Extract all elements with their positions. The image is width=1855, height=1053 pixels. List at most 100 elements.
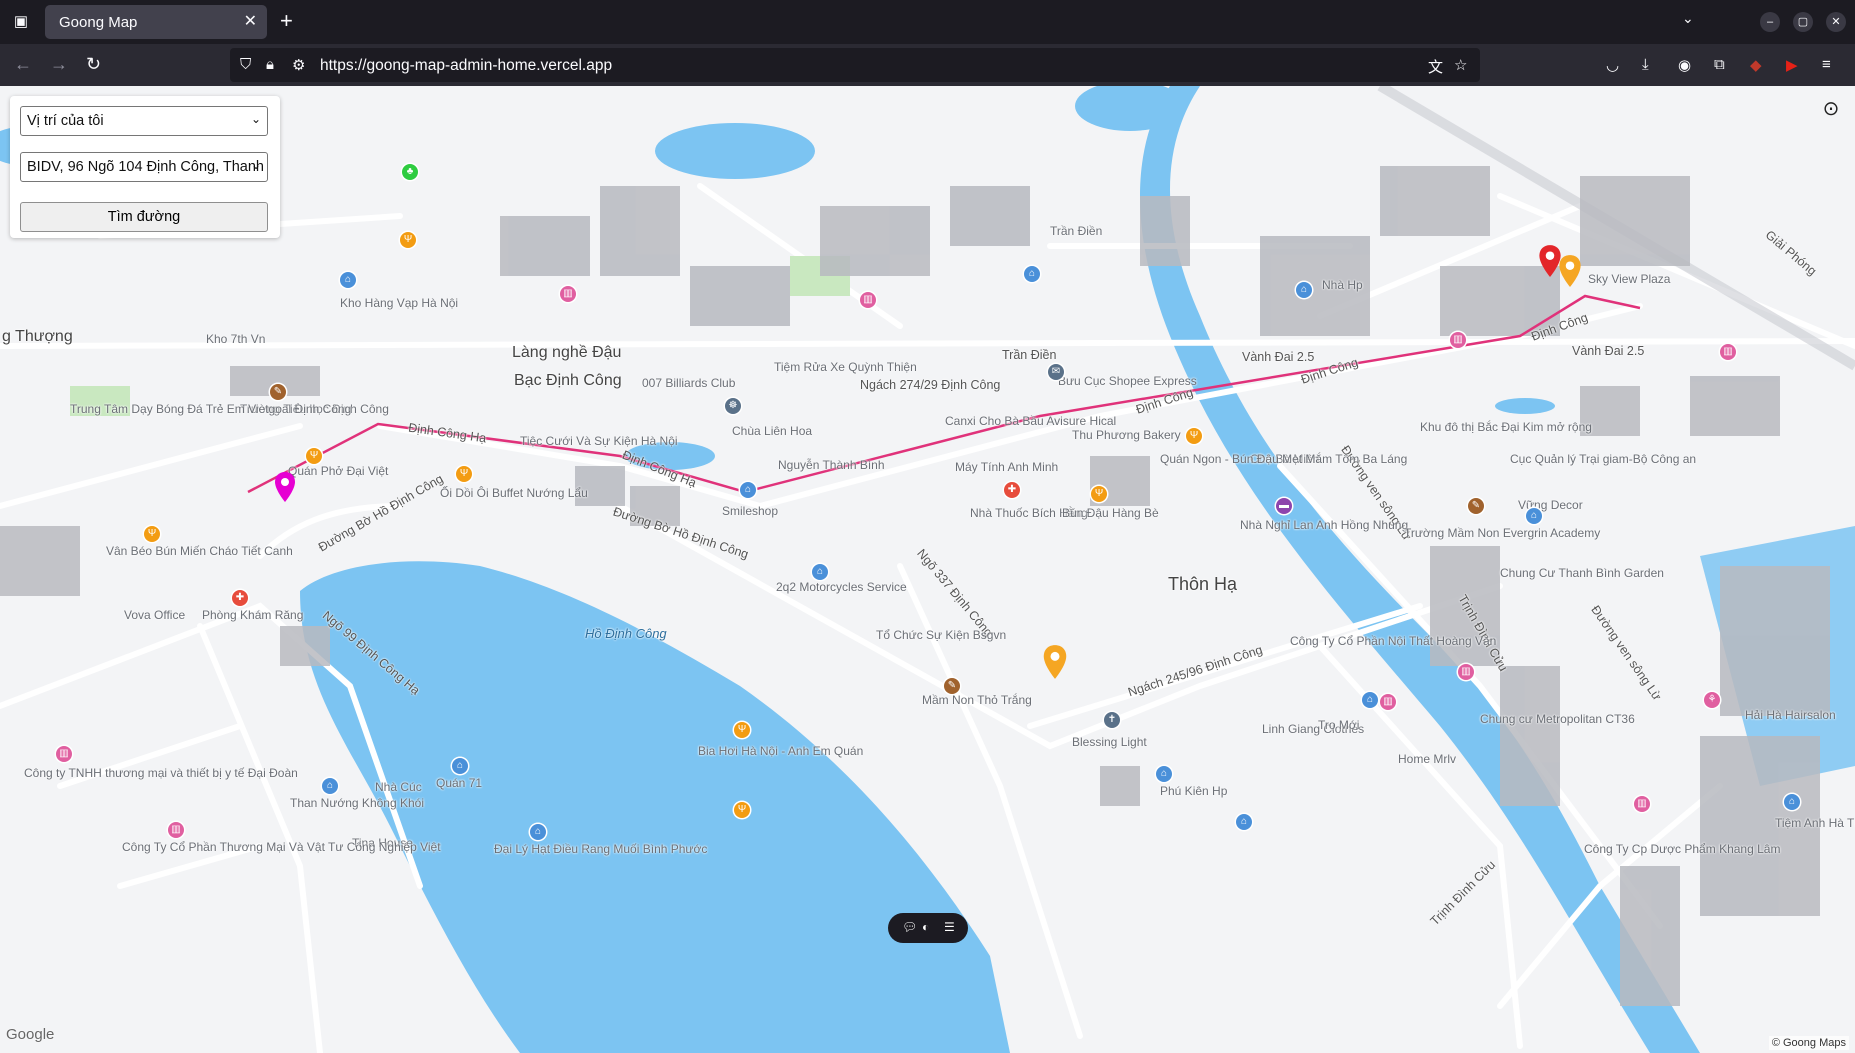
pharmacy-icon[interactable]: ✚: [1004, 482, 1020, 498]
temple-icon[interactable]: ☸: [725, 398, 741, 414]
destination-select[interactable]: BIDV, 96 Ngõ 104 Định Công, Thanh ⌄: [20, 152, 268, 182]
shop-icon[interactable]: ⌂: [740, 482, 756, 498]
place-label: Thu Phương Bakery: [1072, 428, 1181, 442]
reload-icon[interactable]: ↻: [86, 54, 101, 75]
restaurant-icon[interactable]: Ψ: [456, 466, 472, 482]
shop-icon[interactable]: ⌂: [530, 824, 546, 840]
place-label: Phòng Khám Răng: [202, 608, 304, 622]
tab-overflow-icon[interactable]: ⌄: [1682, 10, 1694, 27]
place-label: Vân Béo Bún Miến Cháo Tiết Canh: [106, 544, 293, 558]
place-label: Kho 7th Vn: [206, 332, 266, 346]
school-icon[interactable]: ✎: [270, 384, 286, 400]
school-icon[interactable]: ✎: [1468, 498, 1484, 514]
place-label: Công Ty Cổ Phần Nội Thất Hoàng Văn: [1290, 634, 1497, 648]
restaurant-icon[interactable]: Ψ: [734, 722, 750, 738]
map-attribution[interactable]: © Goong Maps: [1768, 1036, 1849, 1050]
restaurant-icon[interactable]: Ψ: [306, 448, 322, 464]
ublock-icon[interactable]: ◆: [1750, 56, 1762, 74]
store-icon[interactable]: ⌂: [1362, 692, 1378, 708]
toggle-icon[interactable]: ◐: [922, 920, 929, 934]
place-label: Tiệm Rửa Xe Quỳnh Thiện: [774, 360, 917, 374]
forward-icon[interactable]: →: [50, 54, 68, 75]
shop-icon[interactable]: ⌂: [812, 564, 828, 580]
menu-icon[interactable]: ☰: [944, 920, 955, 934]
place-label: Bưu Cục Shopee Express: [1058, 374, 1197, 388]
place-label: Công Ty Cổ Phần Thương Mại Và Vật Tư Côn…: [122, 840, 441, 854]
place-label: Trần Điền: [1050, 224, 1103, 238]
url-bar[interactable]: ⛉ 🔒︎ ⚙︎ https://goong-map-admin-home.ver…: [230, 48, 1480, 82]
office-icon[interactable]: ▥: [1450, 332, 1466, 348]
office-icon[interactable]: ▥: [860, 292, 876, 308]
place-label: Công ty TNHH thương mại và thiết bị y tế…: [24, 766, 298, 780]
park-icon[interactable]: ♣: [402, 164, 418, 180]
orange-marker-icon[interactable]: [1042, 644, 1068, 680]
restaurant-icon[interactable]: Ψ: [1091, 486, 1107, 502]
office-icon[interactable]: ▥: [1720, 344, 1736, 360]
shop-icon[interactable]: ⌂: [1526, 508, 1542, 524]
place-label: Chung cư Metropolitan CT36: [1480, 712, 1635, 726]
church-icon[interactable]: ✝: [1104, 712, 1120, 728]
permissions-icon[interactable]: ⚙︎: [292, 56, 305, 74]
hotel-icon[interactable]: ▬: [1276, 498, 1292, 514]
origin-select[interactable]: Vị trí của tôi ⌄: [20, 106, 268, 136]
place-label: Bia Hơi Hà Nội - Anh Em Quán: [698, 744, 864, 758]
translate-icon[interactable]: 文: [1428, 56, 1443, 77]
restaurant-icon[interactable]: Ψ: [1186, 428, 1202, 444]
store-icon[interactable]: ⌂: [1156, 766, 1172, 782]
origin-marker-icon[interactable]: [274, 471, 296, 503]
office-icon[interactable]: ▥: [1458, 664, 1474, 680]
tab-list-icon[interactable]: ▣: [8, 10, 34, 34]
chat-icon[interactable]: 💬︎: [902, 920, 917, 934]
extensions-icon[interactable]: ⧉: [1714, 56, 1725, 73]
app-menu-icon[interactable]: ≡: [1822, 56, 1831, 73]
shop-icon[interactable]: ⌂: [322, 778, 338, 794]
browser-tab[interactable]: Goong Map ✕: [45, 5, 267, 39]
pocket-icon[interactable]: ◡: [1606, 56, 1619, 74]
beauty-icon[interactable]: ⚘: [1704, 692, 1720, 708]
shop-icon[interactable]: ⌂: [1236, 814, 1252, 830]
place-label: Chùa Liên Hoa: [732, 424, 813, 438]
new-tab-icon[interactable]: +: [280, 8, 293, 34]
lock-icon[interactable]: 🔒︎: [266, 56, 274, 73]
find-route-button[interactable]: Tìm đường: [20, 202, 268, 232]
place-label: Nhà Cúc: [375, 780, 422, 794]
minimize-icon[interactable]: –: [1760, 12, 1780, 32]
place-label: Sky View Plaza: [1588, 272, 1671, 286]
dental-icon[interactable]: ✚: [232, 590, 248, 606]
shop-icon[interactable]: ⌂: [1296, 282, 1312, 298]
place-label: Vova Office: [124, 608, 186, 622]
account-icon[interactable]: ◉: [1678, 56, 1691, 74]
map-canvas[interactable]: Làng nghề Đậu Bạc Định Công Thôn Hạ g Th…: [0, 86, 1855, 1053]
shop-icon[interactable]: ⌂: [340, 272, 356, 288]
office-icon[interactable]: ▥: [1380, 694, 1396, 710]
close-window-icon[interactable]: ✕: [1826, 12, 1846, 32]
tab-close-icon[interactable]: ✕: [244, 11, 257, 31]
geolocate-icon[interactable]: ⊙: [1818, 96, 1844, 122]
orange-marker-icon[interactable]: [1558, 254, 1582, 288]
road-label: Vành Đai 2.5: [1242, 350, 1315, 364]
post-office-icon[interactable]: ✉: [1048, 364, 1064, 380]
restaurant-icon[interactable]: Ψ: [734, 802, 750, 818]
youtube-icon[interactable]: ▶: [1786, 56, 1798, 74]
office-icon[interactable]: ▥: [1634, 796, 1650, 812]
office-icon[interactable]: ▥: [56, 746, 72, 762]
office-icon[interactable]: ▥: [168, 822, 184, 838]
back-icon[interactable]: ←: [14, 54, 32, 75]
maximize-icon[interactable]: ▢: [1793, 12, 1813, 32]
area-label: Thôn Hạ: [1168, 574, 1238, 594]
restaurant-icon[interactable]: Ψ: [144, 526, 160, 542]
place-label: Khu đô thị Bắc Đại Kim mở rộng: [1420, 420, 1592, 434]
shop-icon[interactable]: ⌂: [1784, 794, 1800, 810]
shield-icon[interactable]: ⛉: [240, 56, 251, 73]
bookmark-star-icon[interactable]: ☆: [1454, 56, 1467, 74]
shop-icon[interactable]: ⌂: [1024, 266, 1040, 282]
place-label: Canxi Cho Bà Bầu Avisure Hical: [945, 414, 1117, 428]
download-icon[interactable]: ⤓: [1642, 56, 1649, 73]
office-icon[interactable]: ▥: [560, 286, 576, 302]
route-panel: Vị trí của tôi ⌄ BIDV, 96 Ngõ 104 Định C…: [10, 96, 280, 238]
school-icon[interactable]: ✎: [944, 678, 960, 694]
road-label: Trần Điền: [1002, 348, 1057, 362]
restaurant-icon[interactable]: Ψ: [400, 232, 416, 248]
url-text[interactable]: https://goong-map-admin-home.vercel.app: [320, 57, 612, 75]
shop-icon[interactable]: ⌂: [452, 758, 468, 774]
